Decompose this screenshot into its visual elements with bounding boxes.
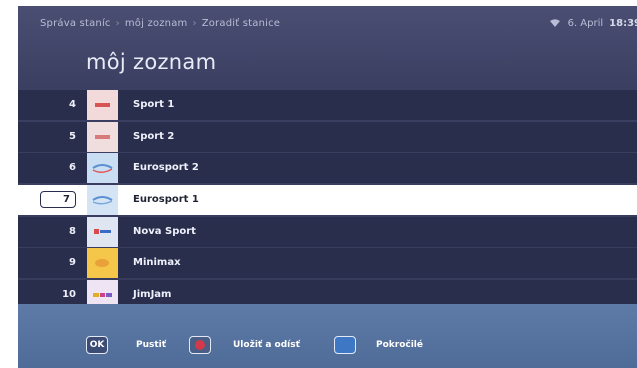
channel-row[interactable]: 4 Sport 1 xyxy=(18,90,637,120)
breadcrumb-item-my-list[interactable]: môj zoznam xyxy=(125,18,188,29)
play-label: Pustiť xyxy=(136,340,167,350)
date-text: 6. April xyxy=(567,18,604,29)
tv-screen: Správa staníc › môj zoznam › Zoradiť stanice… xyxy=(18,6,637,368)
channel-number: 8 xyxy=(69,226,76,237)
minimax-logo-icon xyxy=(87,248,118,278)
sport1-logo-icon xyxy=(87,90,118,120)
channel-number: 5 xyxy=(69,131,76,142)
channel-number: 7 xyxy=(63,194,70,205)
breadcrumb-item-sort: Zoradiť stanice xyxy=(201,18,281,29)
save-exit-label: Uložiť a odísť xyxy=(233,340,300,350)
eurosport2-logo-icon xyxy=(87,153,118,183)
page-title: môj zoznam xyxy=(86,50,217,74)
breadcrumb-separator: › xyxy=(115,18,120,29)
clock-text: 18:39 xyxy=(609,18,637,29)
channel-number: 9 xyxy=(69,257,76,268)
eurosport1-logo-icon xyxy=(87,185,118,215)
breadcrumb-item-stations[interactable]: Správa staníc xyxy=(40,18,111,29)
channel-name: Minimax xyxy=(133,257,181,268)
channel-row[interactable]: 5 Sport 2 xyxy=(18,122,637,152)
blue-key-icon[interactable] xyxy=(334,336,356,354)
channel-number: 4 xyxy=(69,99,76,110)
channel-name: Nova Sport xyxy=(133,226,196,237)
novasport-logo-icon xyxy=(87,217,118,247)
channel-number: 6 xyxy=(69,162,76,173)
channel-name: Eurosport 2 xyxy=(133,162,199,173)
footer-bar: OK Pustiť Uložiť a odísť Pokročilé xyxy=(18,304,637,368)
channel-row[interactable]: 6 Eurosport 2 xyxy=(18,153,637,183)
ok-key-icon[interactable]: OK xyxy=(86,336,108,354)
channel-name: Sport 2 xyxy=(133,131,175,142)
sport2-logo-icon xyxy=(87,122,118,152)
top-bar: Správa staníc › môj zoznam › Zoradiť stanice… xyxy=(18,6,637,44)
red-key-icon[interactable] xyxy=(189,336,211,354)
breadcrumb-separator: › xyxy=(192,18,197,29)
channel-name: Sport 1 xyxy=(133,99,175,110)
channel-row[interactable]: 9 Minimax xyxy=(18,248,637,278)
breadcrumb: Správa staníc › môj zoznam › Zoradiť stanice xyxy=(40,18,280,29)
wifi-icon xyxy=(549,19,560,27)
channel-row[interactable]: 8 Nova Sport xyxy=(18,217,637,247)
channel-row-selected[interactable]: 7 Eurosport 1 xyxy=(18,185,637,215)
status-area: 6. April 18:39 xyxy=(549,18,637,29)
channel-name: Eurosport 1 xyxy=(133,194,199,205)
advanced-label: Pokročilé xyxy=(376,340,423,350)
